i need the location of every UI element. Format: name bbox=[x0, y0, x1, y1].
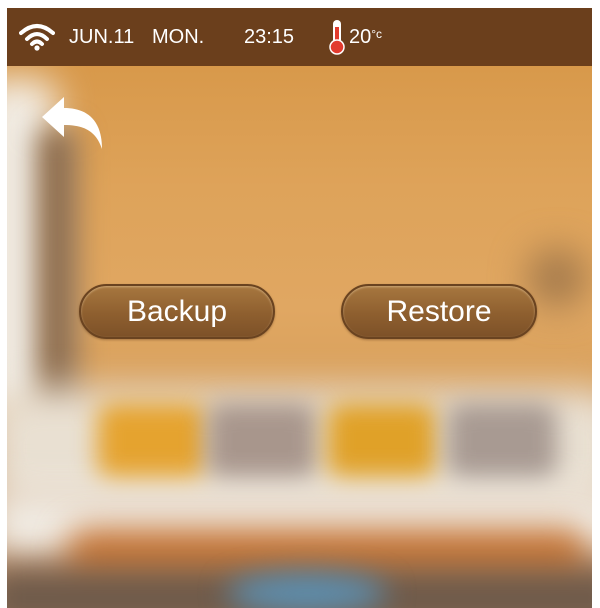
temperature-unit: °c bbox=[371, 27, 383, 41]
device-screen: JUN.11 MON. 23:15 20°c Backup Restore bbox=[7, 8, 592, 608]
weekday-text: MON. bbox=[152, 26, 205, 48]
temperature-readout: 20°c bbox=[349, 25, 382, 49]
thermometer-icon bbox=[329, 20, 345, 55]
back-button[interactable] bbox=[40, 95, 106, 151]
wifi-icon bbox=[19, 24, 55, 51]
status-bar: JUN.11 MON. 23:15 20°c bbox=[7, 8, 592, 66]
restore-button[interactable]: Restore bbox=[341, 284, 537, 339]
date-text: JUN.11 bbox=[69, 26, 135, 48]
backup-button[interactable]: Backup bbox=[79, 284, 275, 339]
time-text: 23:15 bbox=[244, 26, 295, 48]
temperature-value: 20 bbox=[349, 26, 372, 48]
back-arrow-icon bbox=[42, 97, 102, 149]
